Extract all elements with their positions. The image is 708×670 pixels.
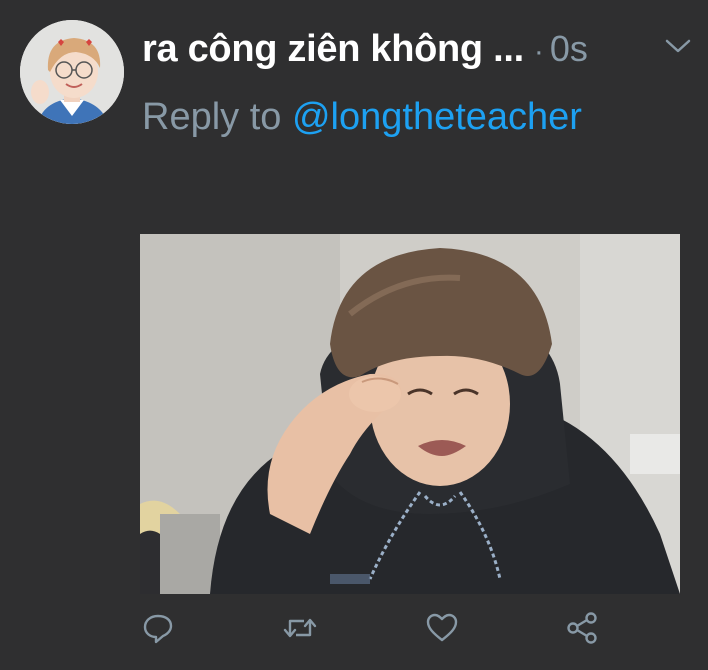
reply-icon[interactable]: [140, 610, 176, 646]
share-icon[interactable]: [564, 610, 600, 646]
reply-label: Reply to: [142, 96, 282, 138]
separator-dot: ·: [533, 35, 544, 68]
tweet-header: ra công ziên không ... · 0s: [142, 28, 588, 78]
retweet-icon[interactable]: [282, 610, 318, 646]
chevron-down-icon[interactable]: [664, 36, 692, 56]
reply-handle-link[interactable]: @longtheteacher: [292, 96, 582, 138]
avatar-image: [20, 20, 124, 124]
tweet-actions: [140, 604, 680, 652]
media-image: [140, 234, 680, 594]
heart-icon[interactable]: [424, 610, 460, 646]
timestamp[interactable]: 0s: [550, 28, 588, 70]
tweet: ra công ziên không ... · 0s Reply to @lo…: [0, 0, 708, 670]
display-name[interactable]: ra công ziên không ...: [142, 28, 524, 71]
tweet-media[interactable]: [140, 234, 680, 594]
reply-context: Reply to @longtheteacher: [142, 96, 582, 139]
avatar[interactable]: [20, 20, 124, 124]
